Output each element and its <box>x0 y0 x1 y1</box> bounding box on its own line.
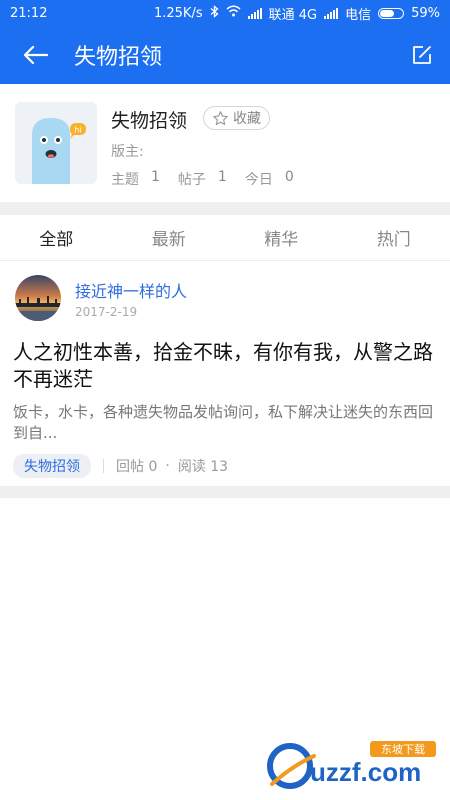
favorite-label: 收藏 <box>233 111 261 127</box>
forum-stats: 主题 1 帖子 1 今日 0 <box>111 169 312 189</box>
reply-count: 回帖 0 <box>116 459 158 475</box>
uzzf-watermark: 东坡下载 uzzf.com <box>262 738 444 790</box>
uzzf-logo-icon: 东坡下载 uzzf.com <box>267 741 436 789</box>
status-right: 1.25K/s 联通 4G 电信 59% <box>154 4 440 23</box>
post-title[interactable]: 人之初性本善，拾金不昧，有你有我，从警之路不再迷茫 <box>13 339 433 393</box>
edit-post-icon <box>413 46 431 64</box>
carrier-2: 电信 <box>345 7 372 23</box>
star-icon <box>213 110 228 125</box>
carrier-1: 联通 4G <box>268 7 318 23</box>
stat-topics-label: 主题 <box>111 172 139 188</box>
post-date: 2017-2-19 <box>75 305 138 319</box>
tab-featured[interactable]: 精华 <box>225 215 338 260</box>
mascot-bubble-text: hi <box>74 126 81 135</box>
forum-tag[interactable]: 失物招领 <box>13 454 91 478</box>
wifi-icon <box>226 5 241 21</box>
page-title: 失物招领 <box>74 45 163 70</box>
signal-icon <box>247 7 262 19</box>
forum-header: hi 失物招领 收藏 版主: 主题 1 帖子 1 今日 0 <box>0 84 450 202</box>
mascot-icon: hi <box>32 118 86 184</box>
author-avatar[interactable] <box>15 275 61 321</box>
stat-today-label: 今日 <box>244 172 273 188</box>
section-divider <box>0 202 450 215</box>
moderator-label: 版主: <box>111 144 144 160</box>
filter-tabs: 全部 最新 精华 热门 <box>0 215 450 261</box>
post-excerpt: 饭卡，水卡，各种遗失物品发帖询问，私下解决让迷失的东西回到自... <box>13 403 434 442</box>
meta-dot: · <box>165 458 170 474</box>
status-bar: 21:12 1.25K/s 联通 4G 电信 59% <box>0 0 450 26</box>
stat-today-value: 0 <box>284 169 294 185</box>
signal-icon-2 <box>324 7 339 19</box>
forum-avatar: hi <box>15 102 97 184</box>
back-arrow-icon <box>23 45 48 65</box>
battery-icon <box>378 7 405 19</box>
favorite-button[interactable]: 收藏 <box>203 106 270 130</box>
stat-posts-label: 帖子 <box>177 172 206 188</box>
network-speed: 1.25K/s <box>153 5 203 21</box>
stat-topics-value: 1 <box>151 169 160 185</box>
tab-latest[interactable]: 最新 <box>113 215 226 260</box>
forum-name: 失物招领 <box>111 110 188 132</box>
new-post-button[interactable] <box>394 26 450 84</box>
meta-divider <box>103 459 104 473</box>
battery-level: 59% <box>411 5 440 21</box>
bluetooth-icon <box>210 4 219 22</box>
stat-posts-value: 1 <box>217 169 227 185</box>
watermark-badge: 东坡下载 <box>381 743 425 756</box>
back-button[interactable] <box>0 26 70 84</box>
author-name[interactable]: 接近神一样的人 <box>75 278 187 302</box>
watermark-text: uzzf.com <box>310 757 421 787</box>
post-card[interactable]: 接近神一样的人 2017-2-19 人之初性本善，拾金不昧，有你有我，从警之路不… <box>0 261 450 486</box>
section-divider-2 <box>0 486 450 498</box>
post-meta: 失物招领 回帖 0 · 阅读 13 <box>13 454 228 478</box>
read-count: 阅读 13 <box>177 459 229 475</box>
app-bar: 失物招领 <box>0 26 450 84</box>
status-time: 21:12 <box>10 5 48 21</box>
tab-hot[interactable]: 热门 <box>338 215 450 260</box>
tab-all[interactable]: 全部 <box>0 215 113 260</box>
